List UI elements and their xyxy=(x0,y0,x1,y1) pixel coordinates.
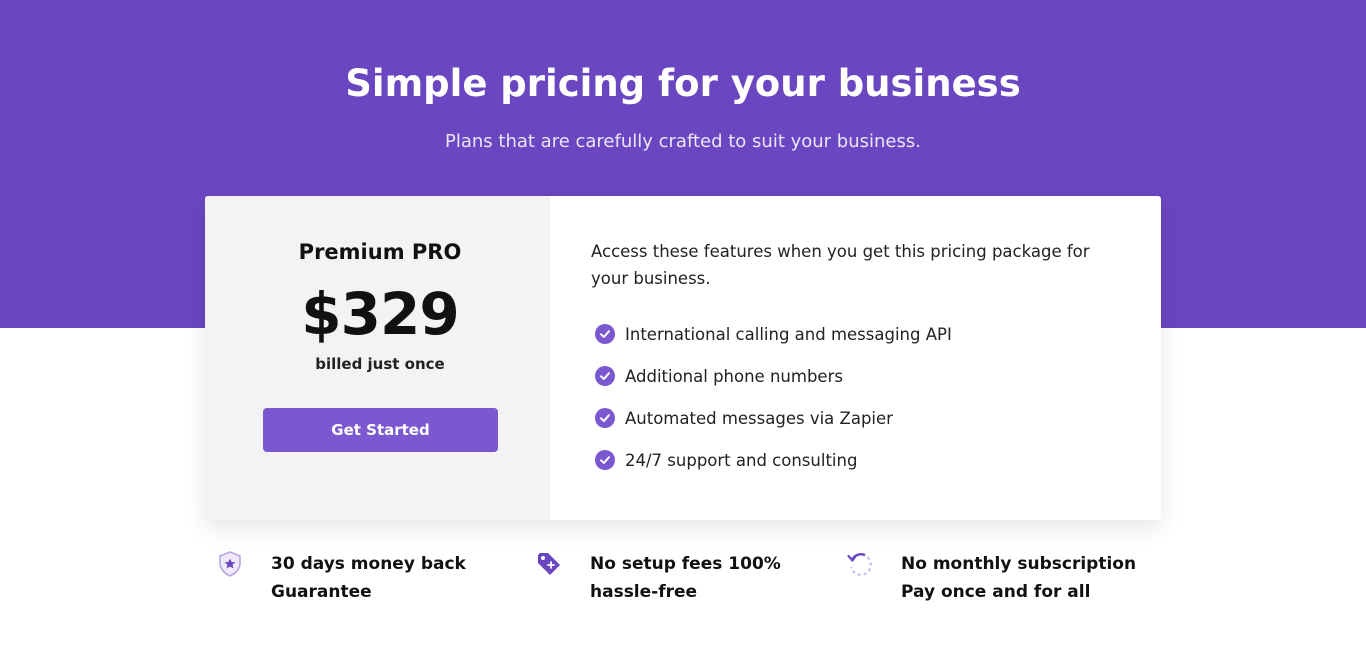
refresh-icon xyxy=(846,550,874,578)
check-circle-icon xyxy=(595,324,615,344)
page-title: Simple pricing for your business xyxy=(345,62,1021,105)
features-intro: Access these features when you get this … xyxy=(591,242,1090,288)
pricing-card: Premium PRO $329 billed just once Get St… xyxy=(205,196,1161,520)
perk-item: No setup fees 100% hassle-free xyxy=(535,550,835,606)
price-tag-icon xyxy=(535,550,563,578)
feature-item: Additional phone numbers xyxy=(591,355,1121,397)
feature-item: International calling and messaging API xyxy=(591,313,1121,355)
page-subtitle: Plans that are carefully crafted to suit… xyxy=(445,131,921,152)
perk-item: 30 days money back Guarantee xyxy=(216,550,506,606)
perk-label: No setup fees 100% hassle-free xyxy=(590,554,781,602)
plan-name: Premium PRO xyxy=(298,240,462,264)
check-circle-icon xyxy=(595,408,615,428)
plan-summary: Premium PRO $329 billed just once Get St… xyxy=(205,196,550,520)
feature-label: Automated messages via Zapier xyxy=(625,408,893,428)
perk-item: No monthly subscription Pay once and for… xyxy=(846,550,1146,606)
plan-price: $329 xyxy=(301,280,459,348)
check-circle-icon xyxy=(595,450,615,470)
get-started-button[interactable]: Get Started xyxy=(263,408,498,452)
check-circle-icon xyxy=(595,366,615,386)
perk-label: 30 days money back Guarantee xyxy=(271,554,466,602)
feature-label: International calling and messaging API xyxy=(625,324,952,344)
feature-item: Automated messages via Zapier xyxy=(591,397,1121,439)
perk-label: No monthly subscription Pay once and for… xyxy=(901,554,1137,602)
feature-item: 24/7 support and consulting xyxy=(591,439,1121,481)
feature-label: Additional phone numbers xyxy=(625,366,843,386)
plan-features: Access these features when you get this … xyxy=(550,196,1161,520)
feature-label: 24/7 support and consulting xyxy=(625,450,858,470)
shield-star-icon xyxy=(216,550,244,578)
billing-note: billed just once xyxy=(315,355,445,373)
feature-list: International calling and messaging API … xyxy=(591,313,1121,481)
perks-row: 30 days money back Guarantee No setup fe… xyxy=(0,550,1366,620)
